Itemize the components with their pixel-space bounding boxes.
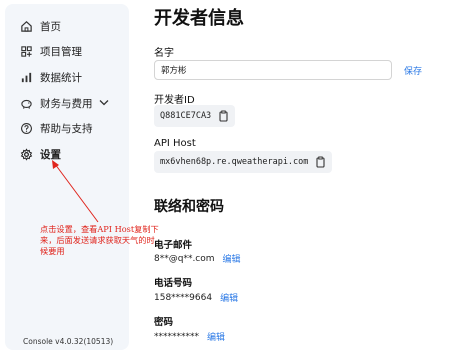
- piggy-bank-icon: [19, 96, 33, 110]
- sidebar-item-settings[interactable]: 设置: [19, 144, 61, 164]
- gear-icon: [19, 147, 33, 161]
- phone-row: 158****9664 编辑: [154, 291, 238, 305]
- sidebar-item-finance[interactable]: 财务与费用: [19, 93, 109, 113]
- sidebar-item-label: 数据统计: [40, 71, 82, 84]
- password-label: 密码: [154, 317, 174, 328]
- grid-icon: [19, 44, 33, 58]
- password-value: **********: [154, 331, 199, 342]
- name-label: 名字: [154, 48, 174, 59]
- developer-id-value: Q881CE7CA3: [160, 111, 212, 121]
- edit-phone-link[interactable]: 编辑: [220, 291, 238, 304]
- phone-value: 158****9664: [154, 292, 213, 303]
- sidebar: 首页 项目管理 数据统计 财务与费用 帮助与支持 设置 Console v4.0…: [5, 4, 129, 350]
- sidebar-item-label: 设置: [40, 148, 61, 161]
- sidebar-item-help[interactable]: 帮助与支持: [19, 118, 93, 138]
- version-label: Console v4.0.32(10513): [23, 337, 114, 346]
- sidebar-item-home[interactable]: 首页: [19, 16, 61, 36]
- edit-password-link[interactable]: 编辑: [207, 330, 225, 343]
- sidebar-item-projects[interactable]: 项目管理: [19, 41, 82, 61]
- email-row: 8**@q**.com 编辑: [154, 252, 241, 266]
- chevron-down-icon[interactable]: [99, 97, 109, 109]
- copy-icon[interactable]: [314, 156, 326, 168]
- sidebar-item-label: 项目管理: [40, 45, 82, 58]
- annotation-note: 点击设置，查看API Host复制下来，后面发送请求获取天气的时候要用: [40, 224, 159, 256]
- api-host-label: API Host: [154, 138, 196, 149]
- copy-icon[interactable]: [217, 110, 229, 122]
- help-circle-icon: [19, 121, 33, 135]
- page-title: 开发者信息: [154, 8, 244, 29]
- contact-section-title: 联络和密码: [154, 199, 224, 215]
- email-value: 8**@q**.com: [154, 253, 215, 264]
- sidebar-item-label: 帮助与支持: [40, 122, 93, 135]
- developer-id-box: Q881CE7CA3: [154, 105, 236, 127]
- bar-chart-icon: [19, 70, 33, 84]
- phone-label: 电话号码: [154, 278, 193, 289]
- password-row: ********** 编辑: [154, 330, 225, 344]
- name-input[interactable]: [154, 60, 392, 80]
- sidebar-item-statistics[interactable]: 数据统计: [19, 67, 82, 87]
- home-icon: [19, 19, 33, 33]
- sidebar-item-label: 财务与费用: [40, 97, 93, 110]
- save-button[interactable]: 保存: [404, 64, 422, 77]
- sidebar-item-label: 首页: [40, 20, 61, 33]
- edit-email-link[interactable]: 编辑: [223, 252, 241, 265]
- api-host-box: mx6vhen68p.re.qweatherapi.com: [154, 151, 333, 173]
- developer-id-label: 开发者ID: [154, 95, 195, 106]
- api-host-value: mx6vhen68p.re.qweatherapi.com: [160, 157, 309, 167]
